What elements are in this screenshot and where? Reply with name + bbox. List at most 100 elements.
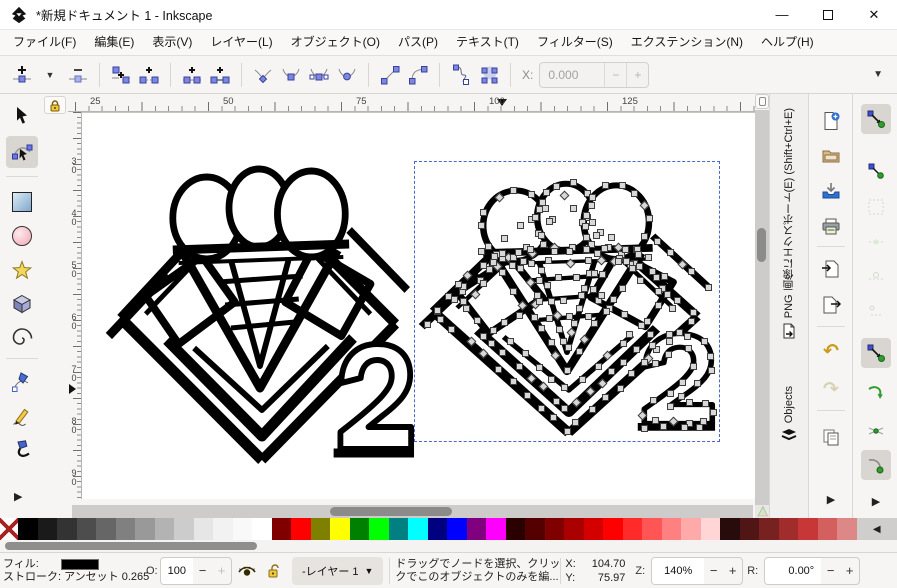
node-handle[interactable] (515, 312, 523, 320)
node-handle[interactable] (627, 369, 635, 377)
palette-swatch[interactable] (330, 518, 350, 540)
node-handle[interactable] (538, 324, 546, 332)
node-handle[interactable] (552, 183, 560, 191)
import-button[interactable] (818, 256, 844, 282)
node-handle[interactable] (477, 247, 485, 255)
node-handle[interactable] (536, 277, 544, 285)
menu-filters[interactable]: フィルター(S) (528, 30, 622, 55)
node-handle[interactable] (507, 338, 515, 346)
palette-swatch[interactable] (76, 518, 96, 540)
node-handle[interactable] (538, 267, 546, 275)
node-handle[interactable] (600, 245, 608, 253)
palette-swatch[interactable] (369, 518, 389, 540)
node-handle[interactable] (554, 273, 562, 281)
node-handle[interactable] (463, 304, 471, 312)
node-handle[interactable] (582, 246, 590, 254)
x-coordinate-spinbox[interactable]: 0.000 − + (539, 61, 650, 88)
toolbox-expander-button[interactable]: ▶ (14, 490, 22, 503)
menu-text[interactable]: テキスト(T) (447, 30, 528, 55)
node-handle[interactable] (582, 211, 590, 219)
delete-segment-button[interactable] (135, 61, 163, 89)
node-handle[interactable] (619, 358, 627, 366)
menu-help[interactable]: ヘルプ(H) (752, 30, 823, 55)
node-handle[interactable] (563, 367, 571, 375)
snap-path-intersections-button[interactable] (861, 416, 891, 446)
palette-swatch[interactable] (252, 518, 272, 540)
node-handle[interactable] (659, 422, 667, 430)
node-handle[interactable] (548, 298, 556, 306)
node-handle[interactable] (589, 193, 597, 201)
palette-swatch-none[interactable] (0, 518, 18, 540)
node-handle[interactable] (707, 367, 715, 375)
node-handle[interactable] (618, 285, 626, 292)
node-handle[interactable] (660, 272, 668, 280)
node-handle[interactable] (536, 364, 544, 372)
node-handle[interactable] (498, 268, 506, 276)
node-handle[interactable] (565, 248, 573, 256)
path-nodes-layer[interactable] (418, 164, 717, 438)
node-handle[interactable] (640, 358, 648, 366)
node-handle[interactable] (459, 297, 467, 305)
sticky-zoom-button[interactable] (755, 94, 769, 109)
node-editor-tool-button[interactable] (6, 136, 38, 168)
node-handle[interactable] (590, 270, 598, 278)
palette-swatch[interactable] (388, 518, 408, 540)
toolbar-overflow-button[interactable]: ▼ (873, 69, 883, 80)
palette-swatch[interactable] (700, 518, 720, 540)
node-handle[interactable] (510, 186, 518, 194)
node-handle[interactable] (519, 257, 527, 265)
node-handle[interactable] (589, 219, 597, 227)
selector-tool-button[interactable] (6, 100, 38, 132)
node-handle[interactable] (576, 348, 584, 356)
node-handle[interactable] (689, 309, 697, 317)
break-node-button[interactable] (107, 61, 135, 89)
node-handle[interactable] (537, 404, 545, 412)
layer-visibility-toggle[interactable] (237, 564, 257, 578)
star-tool-button[interactable] (6, 254, 38, 286)
node-handle[interactable] (684, 344, 692, 352)
node-handle[interactable] (650, 397, 658, 405)
zoom-value[interactable]: 140% (652, 557, 705, 584)
palette-scrollbar[interactable] (0, 540, 897, 552)
node-handle[interactable] (544, 256, 552, 264)
node-handle[interactable] (547, 338, 555, 346)
palette-swatch[interactable] (174, 518, 194, 540)
palette-swatch[interactable] (505, 518, 525, 540)
node-handle[interactable] (620, 339, 628, 347)
node-handle[interactable] (444, 293, 452, 301)
palette-swatch[interactable] (408, 518, 428, 540)
palette-swatch[interactable] (486, 518, 506, 540)
node-handle[interactable] (525, 277, 536, 287)
node-handle[interactable] (565, 343, 573, 351)
open-document-button[interactable] (818, 143, 844, 169)
node-handle[interactable] (634, 251, 642, 259)
node-handle[interactable] (523, 392, 531, 400)
x-increment-button[interactable]: + (626, 62, 648, 87)
export-button[interactable] (818, 292, 844, 318)
node-handle[interactable] (654, 237, 662, 245)
node-handle[interactable] (569, 178, 577, 186)
node-handle[interactable] (608, 367, 616, 375)
menu-path[interactable]: パス(P) (389, 30, 447, 55)
node-handle[interactable] (640, 233, 648, 241)
palette-swatch[interactable] (349, 518, 369, 540)
node-handle[interactable] (462, 270, 473, 281)
node-handle[interactable] (602, 182, 610, 190)
rotation-spinbox[interactable]: 0.00° − + (764, 556, 861, 585)
node-handle[interactable] (521, 349, 529, 357)
undo-button[interactable]: ↶ (818, 338, 844, 364)
node-handle[interactable] (565, 312, 573, 320)
node-handle[interactable] (652, 417, 660, 425)
node-handle[interactable] (494, 365, 502, 373)
palette-swatch[interactable] (739, 518, 759, 540)
node-handle[interactable] (516, 363, 524, 371)
snap-smooth-nodes-button[interactable] (861, 450, 891, 480)
node-handle[interactable] (494, 192, 505, 203)
node-handle[interactable] (564, 428, 572, 436)
palette-scroll-left-button[interactable]: ◀ (857, 518, 897, 540)
node-handle[interactable] (485, 242, 493, 250)
palette-swatch[interactable] (135, 518, 155, 540)
node-handle[interactable] (551, 248, 559, 256)
node-handle[interactable] (651, 360, 659, 368)
snap-bbox-edges-button[interactable] (861, 192, 891, 222)
